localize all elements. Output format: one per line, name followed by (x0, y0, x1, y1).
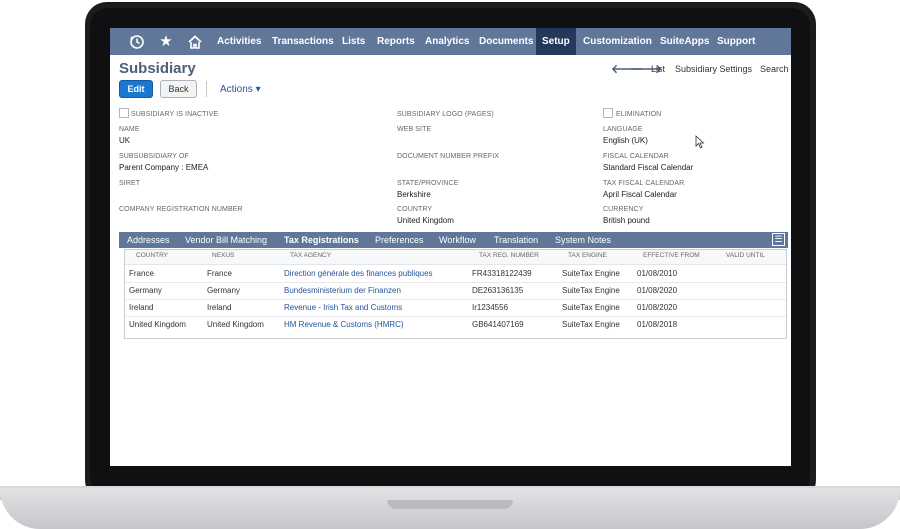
cell-country: United Kingdom (129, 320, 186, 329)
cell-tax-reg-number: Ir1234556 (472, 303, 509, 312)
cell-effective-from: 01/08/2020 (637, 303, 678, 312)
table-row[interactable]: Ireland Ireland Revenue - Irish Tax and … (125, 299, 786, 317)
subtab-menu-icon[interactable]: ☰ (772, 233, 785, 246)
actions-menu[interactable]: Actions ▾ (220, 84, 261, 95)
fiscal-calendar-label: FISCAL CALENDAR (603, 153, 669, 160)
cell-nexus: Ireland (207, 303, 232, 312)
mouse-cursor-icon (695, 135, 705, 149)
tab-system-notes[interactable]: System Notes (555, 232, 611, 248)
table-row[interactable]: United Kingdom United Kingdom HM Revenue… (125, 316, 786, 333)
language-value: English (UK) (603, 136, 648, 145)
doc-prefix-label: DOCUMENT NUMBER PREFIX (397, 153, 500, 160)
nav-activities[interactable]: Activities (217, 28, 261, 55)
country-value: United Kingdom (397, 216, 454, 225)
country-label: COUNTRY (397, 206, 433, 213)
cell-tax-engine: SuiteTax Engine (562, 286, 620, 295)
inactive-label: SUBSIDIARY IS INACTIVE (131, 111, 219, 118)
cell-tax-reg-number: FR43318122439 (472, 269, 532, 278)
table-row[interactable]: Germany Germany Bundesministerium der Fi… (125, 282, 786, 300)
cell-tax-agency-link[interactable]: HM Revenue & Customs (HMRC) (284, 320, 404, 329)
tab-translation[interactable]: Translation (494, 232, 538, 248)
cell-effective-from: 01/08/2010 (637, 269, 678, 278)
nav-support[interactable]: Support (717, 28, 755, 55)
col-tax-agency: TAX AGENCY (290, 252, 332, 259)
cell-country: Germany (129, 286, 162, 295)
recent-records-icon[interactable] (127, 32, 147, 52)
subtab-bar: Addresses Vendor Bill Matching Tax Regis… (119, 232, 788, 248)
back-button[interactable]: Back (160, 80, 197, 98)
tax-fiscal-calendar-value: April Fiscal Calendar (603, 190, 677, 199)
nav-analytics[interactable]: Analytics (425, 28, 469, 55)
cell-tax-reg-number: GB641407169 (472, 320, 524, 329)
screen: ★ Activities Transactions Lists Reports … (110, 28, 791, 466)
cell-effective-from: 01/08/2018 (637, 320, 678, 329)
subsidiary-settings-link[interactable]: Subsidiary Settings (675, 64, 752, 74)
table-header-row: COUNTRY NEXUS TAX AGENCY TAX REG. NUMBER… (125, 250, 786, 265)
tax-registrations-table: COUNTRY NEXUS TAX AGENCY TAX REG. NUMBER… (124, 249, 787, 339)
cell-nexus: Germany (207, 286, 240, 295)
tab-workflow[interactable]: Workflow (439, 232, 476, 248)
page-title: Subsidiary (119, 60, 196, 77)
cell-country: France (129, 269, 154, 278)
list-link[interactable]: List (651, 64, 665, 74)
col-tax-engine: TAX ENGINE (568, 252, 607, 259)
nav-transactions[interactable]: Transactions (272, 28, 334, 55)
cell-tax-agency-link[interactable]: Revenue - Irish Tax and Customs (284, 303, 402, 312)
col-valid-until: VALID UNTIL (726, 252, 765, 259)
col-nexus: NEXUS (212, 252, 235, 259)
table-row[interactable]: France France Direction générale des fin… (125, 265, 786, 283)
nav-setup[interactable]: Setup (536, 28, 576, 55)
tax-fiscal-calendar-label: TAX FISCAL CALENDAR (603, 180, 685, 187)
state-label: STATE/PROVINCE (397, 180, 459, 187)
cell-tax-reg-number: DE263136135 (472, 286, 524, 295)
nav-suiteapps[interactable]: SuiteApps (660, 28, 709, 55)
elimination-label: ELIMINATION (616, 111, 662, 118)
cell-tax-engine: SuiteTax Engine (562, 320, 620, 329)
toolbar-divider (206, 81, 207, 97)
laptop-notch (387, 500, 513, 509)
name-label: NAME (119, 126, 140, 133)
tab-tax-registrations[interactable]: Tax Registrations (284, 232, 359, 248)
website-label: WEB SITE (397, 126, 432, 133)
fiscal-calendar-value: Standard Fiscal Calendar (603, 163, 694, 172)
cell-tax-agency-link[interactable]: Direction générale des finances publique… (284, 269, 433, 278)
tab-addresses[interactable]: Addresses (127, 232, 170, 248)
elimination-checkbox[interactable] (603, 108, 613, 118)
siret-label: SIRET (119, 180, 141, 187)
company-reg-label: COMPANY REGISTRATION NUMBER (119, 206, 243, 213)
cell-nexus: United Kingdom (207, 320, 264, 329)
col-effective-from: EFFECTIVE FROM (643, 252, 700, 259)
cell-effective-from: 01/08/2020 (637, 286, 678, 295)
favorites-star-icon[interactable]: ★ (156, 32, 176, 52)
cell-nexus: France (207, 269, 232, 278)
language-label: LANGUAGE (603, 126, 643, 133)
search-link[interactable]: Search (760, 64, 789, 74)
currency-label: CURRENCY (603, 206, 644, 213)
col-tax-reg-number: TAX REG. NUMBER (479, 252, 539, 259)
currency-value: British pound (603, 216, 650, 225)
cell-tax-engine: SuiteTax Engine (562, 269, 620, 278)
cell-country: Ireland (129, 303, 154, 312)
top-nav: ★ Activities Transactions Lists Reports … (110, 28, 791, 55)
nav-reports[interactable]: Reports (377, 28, 415, 55)
col-country: COUNTRY (136, 252, 169, 259)
tab-preferences[interactable]: Preferences (375, 232, 424, 248)
edit-button[interactable]: Edit (119, 80, 153, 98)
subsubsidiary-label: SUBSUBSIDIARY OF (119, 153, 189, 160)
cell-tax-engine: SuiteTax Engine (562, 303, 620, 312)
tab-vendor-bill-matching[interactable]: Vendor Bill Matching (185, 232, 267, 248)
nav-documents[interactable]: Documents (479, 28, 533, 55)
inactive-checkbox[interactable] (119, 108, 129, 118)
subsubsidiary-value: Parent Company : EMEA (119, 163, 209, 172)
cell-tax-agency-link[interactable]: Bundesministerium der Finanzen (284, 286, 401, 295)
name-value: UK (119, 136, 131, 145)
home-icon[interactable] (185, 32, 205, 52)
nav-lists[interactable]: Lists (342, 28, 365, 55)
state-value: Berkshire (397, 190, 431, 199)
logo-label: SUBSIDIARY LOGO (PAGES) (397, 111, 494, 118)
nav-customization[interactable]: Customization (583, 28, 652, 55)
